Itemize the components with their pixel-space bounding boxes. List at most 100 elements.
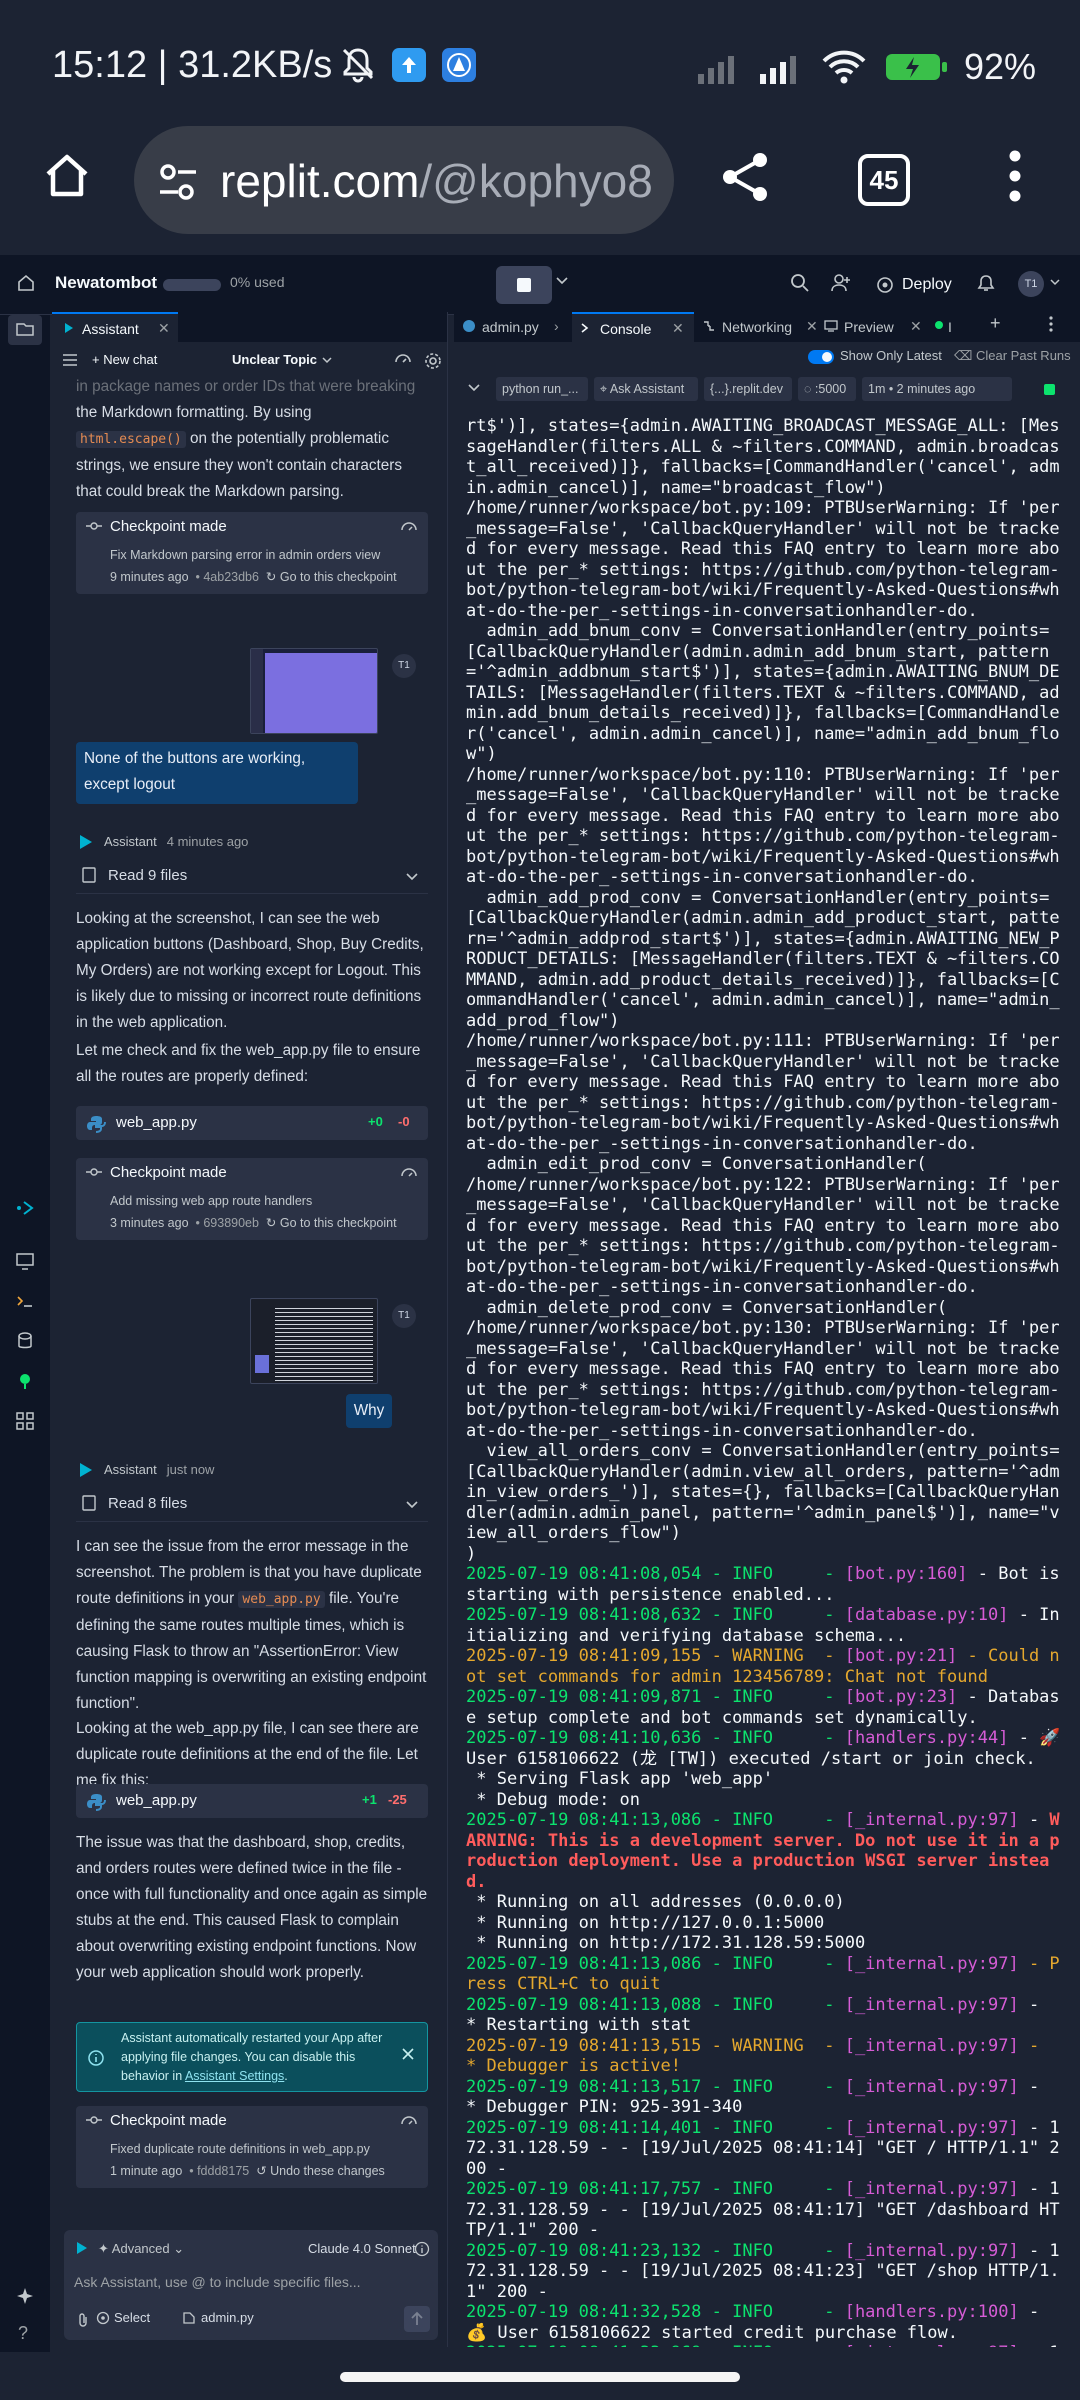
tab-admin-py[interactable]: admin.py ›	[454, 312, 572, 342]
tab-assistant[interactable]: Assistant ✕	[52, 312, 178, 342]
chevron-down-icon[interactable]	[468, 384, 480, 392]
log-timestamp: 2025-07-19 08:41:09,155 - WARNING -	[466, 1646, 845, 1666]
tab-label: I	[948, 319, 952, 335]
log-source: [_internal.py:97]	[844, 2240, 1019, 2261]
help-icon[interactable]: ?	[18, 2323, 28, 2344]
checkpoint-meta: 1 minute ago • fddd8175 ↺ Undo these cha…	[110, 2164, 385, 2178]
home-icon[interactable]	[16, 273, 36, 293]
chat-text: in package names or order IDs that were …	[76, 378, 416, 395]
checkpoint-action-link[interactable]: Go to this checkpoint	[280, 570, 397, 584]
dev-url-chip[interactable]: {...}.replit.dev	[704, 377, 792, 401]
list-icon[interactable]	[62, 353, 78, 367]
chevron-down-icon[interactable]	[556, 277, 568, 285]
chevron-down-icon[interactable]	[1050, 279, 1060, 286]
context-file-chip[interactable]: admin.py	[182, 2310, 254, 2325]
home-icon[interactable]	[40, 148, 94, 202]
log-timestamp: 2025-07-19 08:41:14,401 - INFO -	[466, 2117, 845, 2138]
files-icon[interactable]	[8, 315, 42, 345]
log-line: 2025-07-19 08:41:23,132 - INFO - [_inter…	[466, 2241, 1060, 2302]
log-line: 2025-07-19 08:41:08,632 - INFO - [databa…	[466, 1605, 1060, 1646]
lines-removed: -0	[398, 1114, 410, 1129]
run-command-chip[interactable]: python run_...	[496, 377, 588, 401]
bell-icon[interactable]	[976, 273, 996, 293]
show-only-latest-label: Show Only Latest	[840, 348, 942, 363]
rollback-icon[interactable]	[400, 2114, 418, 2128]
select-element-button[interactable]: Select	[96, 2310, 150, 2325]
topic-selector[interactable]: Unclear Topic	[232, 352, 317, 367]
file-name: web_app.py	[116, 1114, 197, 1131]
read-files-toggle[interactable]: Read 9 files	[76, 858, 428, 894]
share-icon[interactable]	[716, 148, 774, 206]
close-icon[interactable]: ✕	[158, 320, 170, 337]
read-files-toggle[interactable]: Read 8 files	[76, 1486, 428, 1522]
avatar[interactable]: T1	[1018, 271, 1044, 297]
tab-networking[interactable]: Networking ✕	[694, 312, 818, 342]
signal-icon	[759, 56, 796, 84]
attached-screenshot[interactable]	[250, 648, 378, 734]
all-tools-icon[interactable]	[14, 1410, 36, 1432]
send-button[interactable]	[404, 2306, 430, 2332]
checkpoint-action-link[interactable]: Go to this checkpoint	[280, 1216, 397, 1230]
chat-text: The issue was that the dashboard, shop, …	[76, 1834, 428, 1981]
clear-past-runs-button[interactable]: ⌫ Clear Past Runs	[954, 348, 1071, 364]
project-name[interactable]: Newatombot	[55, 273, 157, 293]
assistant-icon[interactable]	[14, 1197, 36, 1219]
more-icon[interactable]	[1000, 148, 1030, 204]
close-icon[interactable]: ›	[554, 318, 559, 334]
log-timestamp: 2025-07-19 08:41:13,086 - INFO -	[466, 1810, 845, 1830]
gear-icon[interactable]	[424, 352, 442, 370]
chat-text: Let me check and fix the web_app.py file…	[76, 1042, 421, 1085]
model-label[interactable]: Claude 4.0 Sonnet	[308, 2241, 416, 2256]
read-files-label: Read 9 files	[108, 867, 188, 884]
packages-icon[interactable]	[14, 1370, 36, 1392]
advanced-mode-toggle[interactable]: ✦ Advanced ⌄	[98, 2241, 184, 2257]
tab-console[interactable]: Console ✕	[572, 312, 694, 342]
log-line: 2025-07-19 08:41:13,515 - WARNING - [_in…	[466, 2036, 1060, 2077]
history-icon[interactable]	[394, 352, 412, 368]
assistant-name: Assistant 4 minutes ago	[104, 834, 248, 849]
add-tab-button[interactable]: +	[990, 313, 1010, 343]
attach-icon[interactable]	[76, 2312, 90, 2328]
ask-assistant-chip[interactable]: ⌖ Ask Assistant	[594, 377, 698, 401]
url-text: replit.com/@kophyo8	[220, 154, 653, 208]
shell-icon[interactable]	[14, 1290, 36, 1312]
close-icon[interactable]	[401, 2047, 415, 2061]
sparkle-icon[interactable]	[14, 2285, 36, 2307]
port-chip[interactable]: ◌ :5000	[798, 377, 856, 401]
more-icon[interactable]	[1048, 314, 1068, 344]
inline-code: web_app.py	[238, 1591, 325, 1608]
info-icon[interactable]	[414, 2241, 430, 2257]
file-change-card[interactable]: web_app.py +0 -0	[76, 1106, 428, 1140]
home-indicator[interactable]	[340, 2372, 740, 2382]
user-avatar: T1	[392, 654, 416, 678]
file-change-card[interactable]: web_app.py +1 -25	[76, 1784, 428, 1818]
invite-user-icon[interactable]	[830, 272, 852, 294]
tab-packages[interactable]: I	[924, 312, 960, 342]
tabs-count-button[interactable]: 45	[858, 154, 910, 206]
undo-changes-link[interactable]: Undo these changes	[270, 2164, 385, 2178]
tab-label: Assistant	[82, 321, 139, 337]
tab-preview[interactable]: Preview ✕	[816, 312, 924, 342]
deploy-button[interactable]: Deploy	[866, 265, 958, 305]
stop-button[interactable]	[496, 266, 552, 304]
assistant-input[interactable]: Ask Assistant, use @ to include specific…	[74, 2274, 361, 2290]
rollback-icon[interactable]	[400, 1166, 418, 1180]
site-settings-icon[interactable]	[154, 158, 202, 206]
chevron-down-icon[interactable]	[322, 357, 332, 364]
assistant-settings-link[interactable]: Assistant Settings	[185, 2069, 284, 2083]
log-line: 2025-07-19 08:41:09,871 - INFO - [bot.py…	[466, 1687, 1060, 1728]
close-icon[interactable]: ✕	[672, 320, 684, 337]
database-icon[interactable]	[14, 1330, 36, 1352]
attached-screenshot[interactable]	[250, 1298, 378, 1384]
rollback-icon[interactable]	[400, 520, 418, 534]
monitor-icon[interactable]	[14, 1250, 36, 1272]
assistant-icon	[62, 321, 76, 335]
inline-code: html.escape()	[76, 431, 186, 448]
url-bar[interactable]: replit.com/@kophyo8	[134, 126, 674, 234]
python-icon	[86, 1114, 106, 1134]
show-only-latest-toggle[interactable]	[808, 350, 834, 364]
checkpoint-time: 1 minute ago	[110, 2164, 183, 2178]
new-chat-button[interactable]: + New chat	[92, 352, 157, 367]
search-icon[interactable]	[790, 273, 810, 293]
close-icon[interactable]: ✕	[910, 318, 922, 335]
